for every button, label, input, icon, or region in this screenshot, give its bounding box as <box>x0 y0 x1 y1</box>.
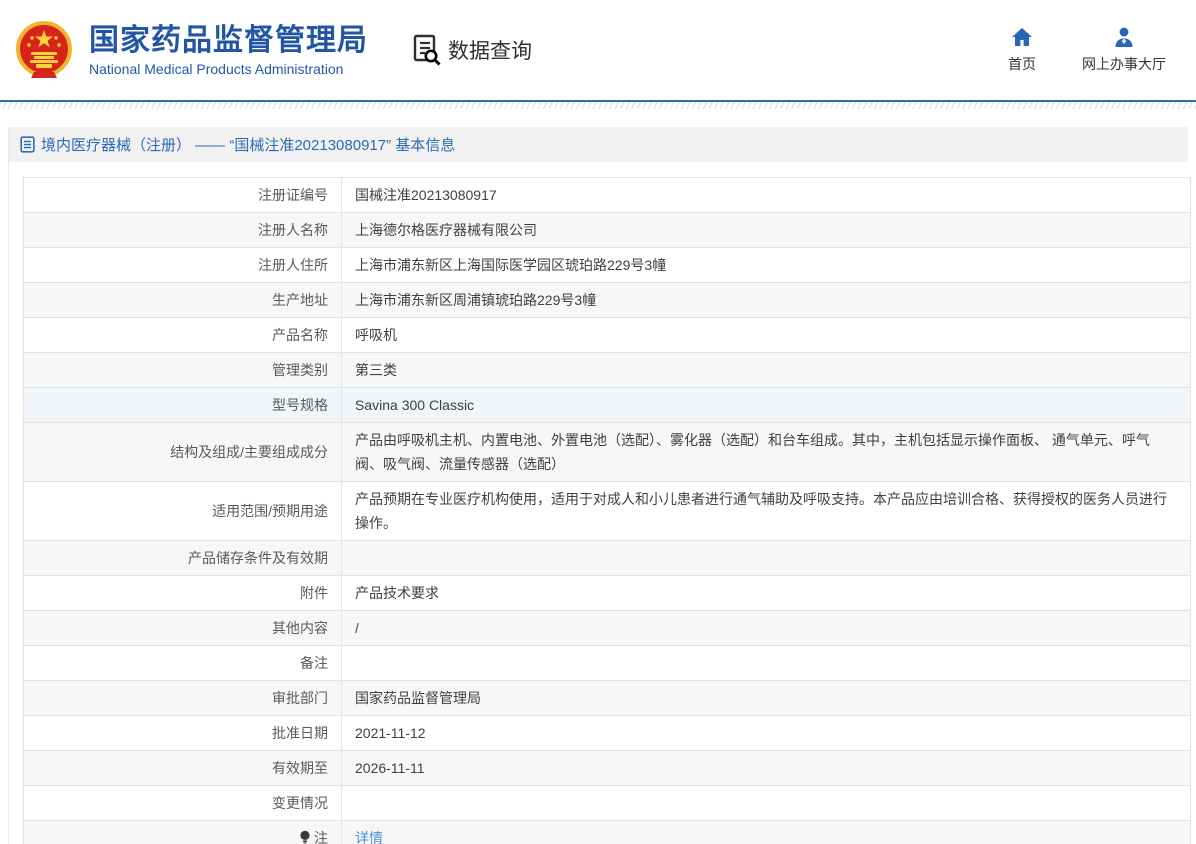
field-value: 国家药品监督管理局 <box>342 681 1191 716</box>
registration-info-table: 注册证编号国械注准20213080917注册人名称上海德尔格医疗器械有限公司注册… <box>23 177 1191 844</box>
field-label: 变更情况 <box>24 786 342 821</box>
table-row: 注册人名称上海德尔格医疗器械有限公司 <box>24 213 1191 248</box>
table-row: 其他内容/ <box>24 611 1191 646</box>
table-row: 管理类别第三类 <box>24 353 1191 388</box>
table-row: 适用范围/预期用途产品预期在专业医疗机构使用，适用于对成人和小儿患者进行通气辅助… <box>24 482 1191 541</box>
field-label: 产品储存条件及有效期 <box>24 541 342 576</box>
main-content: 境内医疗器械（注册） —— “国械注准20213080917” 基本信息 注册证… <box>8 127 1188 844</box>
document-search-icon <box>412 34 442 66</box>
field-label: 注 <box>24 821 342 844</box>
page-titlebar: 境内医疗器械（注册） —— “国械注准20213080917” 基本信息 <box>9 127 1188 162</box>
info-table-body: 注册证编号国械注准20213080917注册人名称上海德尔格医疗器械有限公司注册… <box>24 178 1191 844</box>
nav-item-home[interactable]: 首页 <box>1008 27 1036 74</box>
field-value: 国械注准20213080917 <box>342 178 1191 213</box>
table-row: 产品储存条件及有效期 <box>24 541 1191 576</box>
field-label: 附件 <box>24 576 342 611</box>
field-value: 呼吸机 <box>342 318 1191 353</box>
nav-item-service-hall[interactable]: 网上办事大厅 <box>1082 27 1166 74</box>
field-value <box>342 786 1191 821</box>
site-header: 国家药品监督管理局 National Medical Products Admi… <box>0 0 1196 100</box>
table-row: 注册人住所上海市浦东新区上海国际医学园区琥珀路229号3幢 <box>24 248 1191 283</box>
table-row: 附件产品技术要求 <box>24 576 1191 611</box>
top-nav: 首页 网上办事大厅 <box>1008 27 1166 74</box>
field-label: 有效期至 <box>24 751 342 786</box>
field-value: 上海德尔格医疗器械有限公司 <box>342 213 1191 248</box>
field-value: 详情 <box>342 821 1191 844</box>
field-value: 产品由呼吸机主机、内置电池、外置电池（选配）、雾化器（选配）和台车组成。其中，主… <box>342 423 1191 482</box>
table-row: 变更情况 <box>24 786 1191 821</box>
field-label: 其他内容 <box>24 611 342 646</box>
org-name-en: National Medical Products Administration <box>89 61 368 77</box>
table-row: 结构及组成/主要组成成分产品由呼吸机主机、内置电池、外置电池（选配）、雾化器（选… <box>24 423 1191 482</box>
field-label: 批准日期 <box>24 716 342 751</box>
table-row: 产品名称呼吸机 <box>24 318 1191 353</box>
field-label: 生产地址 <box>24 283 342 318</box>
field-value <box>342 541 1191 576</box>
field-label: 注册人住所 <box>24 248 342 283</box>
table-row: 批准日期2021-11-12 <box>24 716 1191 751</box>
field-value: / <box>342 611 1191 646</box>
table-row: 备注 <box>24 646 1191 681</box>
field-label: 审批部门 <box>24 681 342 716</box>
field-label: 备注 <box>24 646 342 681</box>
field-value: 产品预期在专业医疗机构使用，适用于对成人和小儿患者进行通气辅助及呼吸支持。本产品… <box>342 482 1191 541</box>
field-label: 管理类别 <box>24 353 342 388</box>
field-label: 产品名称 <box>24 318 342 353</box>
field-value <box>342 646 1191 681</box>
table-row: 审批部门国家药品监督管理局 <box>24 681 1191 716</box>
field-value: 上海市浦东新区上海国际医学园区琥珀路229号3幢 <box>342 248 1191 283</box>
table-row: 注详情 <box>24 821 1191 844</box>
page-title: 境内医疗器械（注册） —— “国械注准20213080917” 基本信息 <box>41 134 455 155</box>
header-stripe-band <box>0 102 1196 109</box>
field-label: 注册证编号 <box>24 178 342 213</box>
field-value: 2026-11-11 <box>342 751 1191 786</box>
table-row: 注册证编号国械注准20213080917 <box>24 178 1191 213</box>
field-value: 第三类 <box>342 353 1191 388</box>
field-label: 注册人名称 <box>24 213 342 248</box>
document-icon <box>20 136 35 153</box>
table-row: 型号规格Savina 300 Classic <box>24 388 1191 423</box>
data-query-label: 数据查询 <box>448 35 532 65</box>
field-value: Savina 300 Classic <box>342 388 1191 423</box>
bulb-icon <box>299 830 311 844</box>
field-value: 产品技术要求 <box>342 576 1191 611</box>
field-value: 2021-11-12 <box>342 716 1191 751</box>
table-row: 有效期至2026-11-11 <box>24 751 1191 786</box>
user-icon <box>1113 27 1135 47</box>
national-emblem-icon <box>14 20 74 80</box>
brand-text: 国家药品监督管理局 National Medical Products Admi… <box>89 24 368 77</box>
table-row: 生产地址上海市浦东新区周浦镇琥珀路229号3幢 <box>24 283 1191 318</box>
brand-home-link[interactable]: 国家药品监督管理局 National Medical Products Admi… <box>14 20 368 80</box>
data-query-tab[interactable]: 数据查询 <box>412 34 532 66</box>
field-label: 结构及组成/主要组成成分 <box>24 423 342 482</box>
detail-link[interactable]: 详情 <box>355 830 383 844</box>
nav-label: 网上办事大厅 <box>1082 54 1166 74</box>
home-icon <box>1011 27 1033 47</box>
field-label: 适用范围/预期用途 <box>24 482 342 541</box>
nav-label: 首页 <box>1008 54 1036 74</box>
field-value: 上海市浦东新区周浦镇琥珀路229号3幢 <box>342 283 1191 318</box>
field-label: 型号规格 <box>24 388 342 423</box>
org-name-zh: 国家药品监督管理局 <box>89 24 368 58</box>
